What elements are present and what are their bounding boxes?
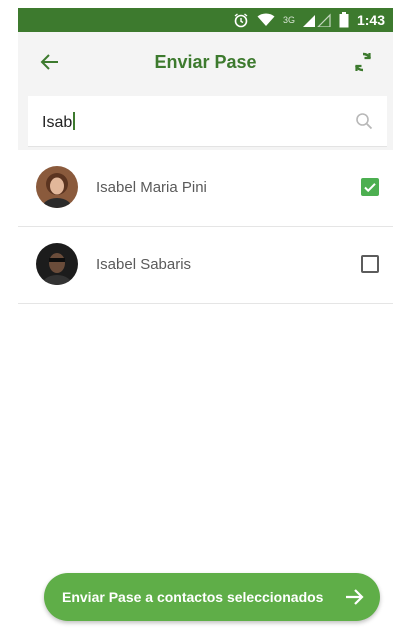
search-input[interactable]: Isab	[28, 96, 387, 147]
text-cursor	[73, 112, 76, 130]
sync-button[interactable]	[351, 50, 375, 74]
send-pass-button[interactable]: Enviar Pase a contactos seleccionados	[44, 573, 380, 621]
send-pass-label: Enviar Pase a contactos seleccionados	[62, 589, 324, 605]
sync-icon	[354, 52, 372, 72]
arrow-right-icon	[342, 585, 366, 609]
contact-checkbox[interactable]	[361, 178, 379, 196]
status-bar: 3G 1:43	[18, 8, 393, 32]
search-bar: Isab	[18, 94, 393, 150]
status-time: 1:43	[356, 12, 385, 28]
contact-row[interactable]: Isabel Sabaris	[18, 227, 393, 304]
contact-list: Isabel Maria Pini Isabel Sabaris	[18, 150, 393, 304]
alarm-icon	[233, 12, 249, 28]
contact-row[interactable]: Isabel Maria Pini	[18, 150, 393, 227]
network-type: 3G	[282, 15, 295, 25]
contact-checkbox[interactable]	[361, 255, 379, 273]
wifi-icon	[257, 13, 275, 27]
battery-icon	[339, 12, 349, 28]
page-title: Enviar Pase	[154, 52, 257, 72]
app-bar: Enviar Pase	[18, 32, 393, 94]
contact-name: Isabel Sabaris	[96, 256, 192, 273]
screen-frame-left	[0, 0, 18, 633]
search-input-value[interactable]: Isab	[42, 112, 76, 132]
signal-icon	[302, 13, 331, 27]
search-icon	[355, 112, 373, 130]
screen-frame-right	[393, 0, 405, 633]
check-icon	[364, 183, 376, 193]
avatar	[36, 243, 78, 285]
avatar	[36, 166, 78, 208]
contact-name: Isabel Maria Pini	[96, 179, 207, 196]
